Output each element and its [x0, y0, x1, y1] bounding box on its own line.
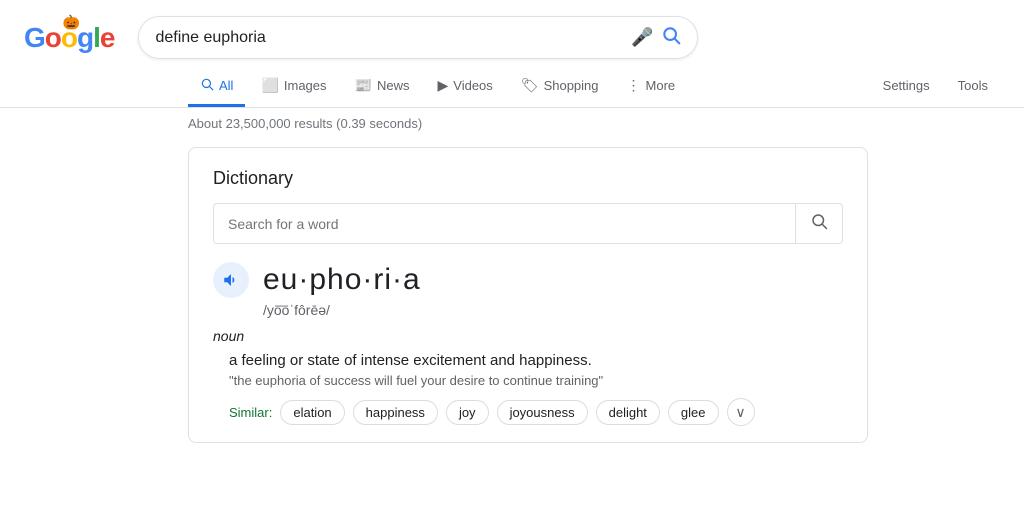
news-icon: 📰 — [355, 77, 372, 94]
header: Goo🎃gle define euphoria 🎤 — [0, 0, 1024, 59]
word-row: eu·pho·ri·a — [213, 262, 843, 298]
images-icon: ⬜ — [261, 77, 278, 94]
similar-chip-joyousness[interactable]: joyousness — [497, 400, 588, 425]
similar-chip-happiness[interactable]: happiness — [353, 400, 438, 425]
logo-decoration: 🎃 — [63, 14, 79, 31]
similar-chip-elation[interactable]: elation — [280, 400, 344, 425]
tools-label: Tools — [958, 78, 988, 93]
similar-row: Similar: elation happiness joy joyousnes… — [229, 398, 843, 426]
more-icon: ⋮ — [627, 77, 641, 94]
tab-images[interactable]: ⬜ Images — [249, 67, 338, 107]
dict-search-button[interactable] — [795, 204, 842, 243]
tab-all-label: All — [219, 78, 233, 93]
tab-images-label: Images — [284, 78, 327, 93]
search-input[interactable]: define euphoria — [155, 29, 623, 47]
settings-link[interactable]: Settings — [871, 68, 942, 106]
expand-icon: ∨ — [735, 404, 745, 421]
google-logo[interactable]: Goo🎃gle — [24, 22, 114, 54]
similar-label: Similar: — [229, 405, 272, 420]
example: "the euphoria of success will fuel your … — [229, 373, 843, 388]
similar-chip-glee[interactable]: glee — [668, 400, 719, 425]
expand-similar-button[interactable]: ∨ — [727, 398, 755, 426]
similar-chip-delight[interactable]: delight — [596, 400, 660, 425]
phonetic: /yo͞oˈfôrēə/ — [263, 302, 843, 318]
dictionary-card: Dictionary eu·pho·ri·a /yo͞oˈfôrēə/ noun… — [188, 147, 868, 443]
tab-shopping[interactable]: 🏷 Shopping — [509, 67, 611, 107]
tab-news-label: News — [377, 78, 410, 93]
logo-g: G — [24, 22, 45, 53]
tab-news[interactable]: 📰 News — [343, 67, 422, 107]
all-icon — [200, 77, 214, 94]
tab-shopping-label: Shopping — [544, 78, 599, 93]
tab-all[interactable]: All — [188, 67, 245, 107]
search-bar: define euphoria 🎤 — [138, 16, 698, 59]
tools-link[interactable]: Tools — [946, 68, 1000, 106]
logo-e: e — [100, 22, 115, 53]
tab-more[interactable]: ⋮ More — [615, 67, 688, 107]
audio-button[interactable] — [213, 262, 249, 298]
word-text: eu·pho·ri·a — [263, 263, 421, 297]
videos-icon: ▶ — [437, 77, 448, 94]
results-count-text: About 23,500,000 results (0.39 seconds) — [188, 116, 422, 131]
settings-label: Settings — [883, 78, 930, 93]
dictionary-title: Dictionary — [213, 168, 843, 189]
logo-o2-wrap: o🎃 — [61, 22, 77, 54]
mic-icon[interactable]: 🎤 — [631, 27, 653, 48]
logo-l: l — [93, 22, 100, 53]
similar-chip-joy[interactable]: joy — [446, 400, 489, 425]
nav-tabs: All ⬜ Images 📰 News ▶ Videos 🏷 Shopping … — [0, 63, 1024, 108]
search-button[interactable] — [661, 25, 681, 50]
shopping-icon: 🏷 — [521, 77, 539, 94]
part-of-speech: noun — [213, 328, 843, 344]
tab-videos[interactable]: ▶ Videos — [425, 67, 504, 107]
tab-videos-label: Videos — [453, 78, 493, 93]
dict-search-input[interactable] — [214, 206, 795, 242]
definition: a feeling or state of intense excitement… — [229, 352, 843, 369]
results-count: About 23,500,000 results (0.39 seconds) — [0, 108, 1024, 139]
tab-more-label: More — [646, 78, 676, 93]
dict-search-row — [213, 203, 843, 244]
logo-g2: g — [77, 22, 93, 53]
logo-o1: o — [45, 22, 61, 53]
